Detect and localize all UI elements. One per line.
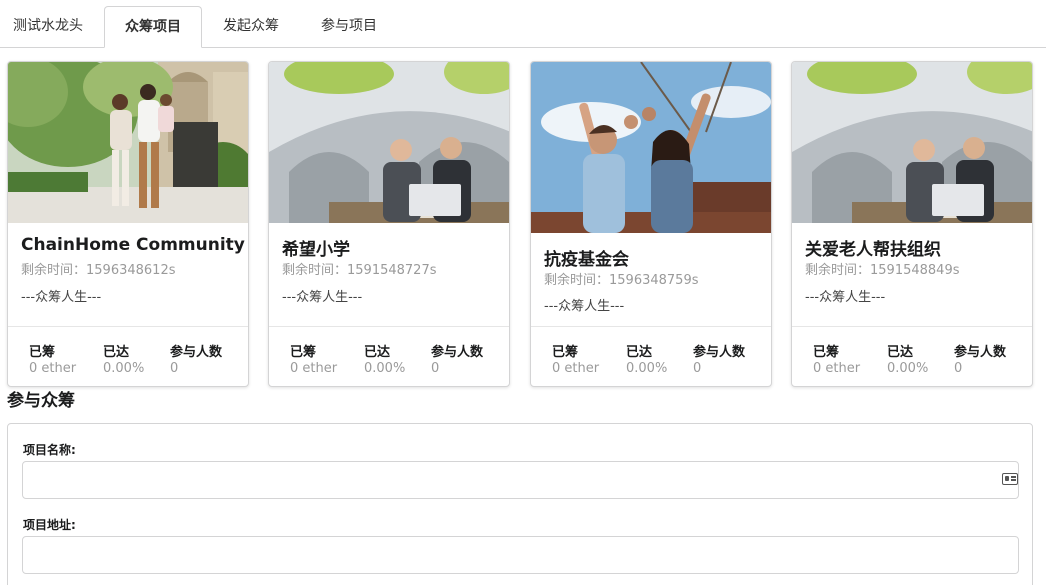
project-description: ---众筹人生--- [805,290,886,305]
remaining-time: 剩余时间：1596348612s [21,263,176,278]
project-image-family [8,62,248,223]
project-name-input[interactable] [22,461,1019,499]
id-card-icon [1002,473,1018,485]
project-title: ChainHome Community [21,235,245,255]
stat-participants: 参与人数 0 [693,345,746,376]
stat-progress: 已达 0.00% [103,345,145,376]
tab-test-faucet[interactable]: 测试水龙头 [0,6,96,48]
project-image-rollercoaster [531,62,771,233]
project-image-meeting [792,62,1032,223]
remaining-time: 剩余时间：1591548849s [805,263,960,278]
card-stats: 已筹 0 ether 已达 0.00% 参与人数 0 [531,326,771,386]
project-card[interactable]: 抗疫基金会 剩余时间：1596348759s ---众筹人生--- 已筹 0 et… [530,61,772,387]
stat-participants: 参与人数 0 [431,345,484,376]
tab-joined-projects[interactable]: 参与项目 [304,6,394,48]
section-title: 参与众筹 [7,391,75,411]
stat-raised: 已筹 0 ether [552,345,600,376]
project-title: 关爱老人帮扶组织 [805,240,941,260]
project-address-input[interactable] [22,536,1019,574]
tab-crowdfunding-projects[interactable]: 众筹项目 [104,6,202,48]
project-image-meeting [269,62,509,223]
remaining-time: 剩余时间：1596348759s [544,273,699,288]
project-name-label: 项目名称: [23,443,76,457]
project-title: 希望小学 [282,240,350,260]
project-card[interactable]: 希望小学 剩余时间：1591548727s ---众筹人生--- 已筹 0 eth… [268,61,510,387]
stat-progress: 已达 0.00% [887,345,929,376]
project-card[interactable]: ChainHome Community 剩余时间：1596348612s ---… [7,61,249,387]
participate-form: 项目名称: 项目地址: [7,423,1033,585]
card-stats: 已筹 0 ether 已达 0.00% 参与人数 0 [8,326,248,386]
project-name-wrapper [8,461,1032,499]
project-description: ---众筹人生--- [21,290,102,305]
stat-participants: 参与人数 0 [170,345,223,376]
tab-start-crowdfunding[interactable]: 发起众筹 [206,6,296,48]
project-title: 抗疫基金会 [544,250,629,270]
stat-raised: 已筹 0 ether [290,345,338,376]
project-address-label: 项目地址: [23,518,76,532]
stat-progress: 已达 0.00% [364,345,406,376]
card-stats: 已筹 0 ether 已达 0.00% 参与人数 0 [792,326,1032,386]
stat-participants: 参与人数 0 [954,345,1007,376]
project-description: ---众筹人生--- [282,290,363,305]
card-stats: 已筹 0 ether 已达 0.00% 参与人数 0 [269,326,509,386]
project-card[interactable]: 关爱老人帮扶组织 剩余时间：1591548849s ---众筹人生--- 已筹 0… [791,61,1033,387]
remaining-time: 剩余时间：1591548727s [282,263,437,278]
stat-raised: 已筹 0 ether [813,345,861,376]
stat-progress: 已达 0.00% [626,345,668,376]
stat-raised: 已筹 0 ether [29,345,77,376]
tab-bar: 测试水龙头 众筹项目 发起众筹 参与项目 [0,0,1046,48]
project-description: ---众筹人生--- [544,299,625,314]
